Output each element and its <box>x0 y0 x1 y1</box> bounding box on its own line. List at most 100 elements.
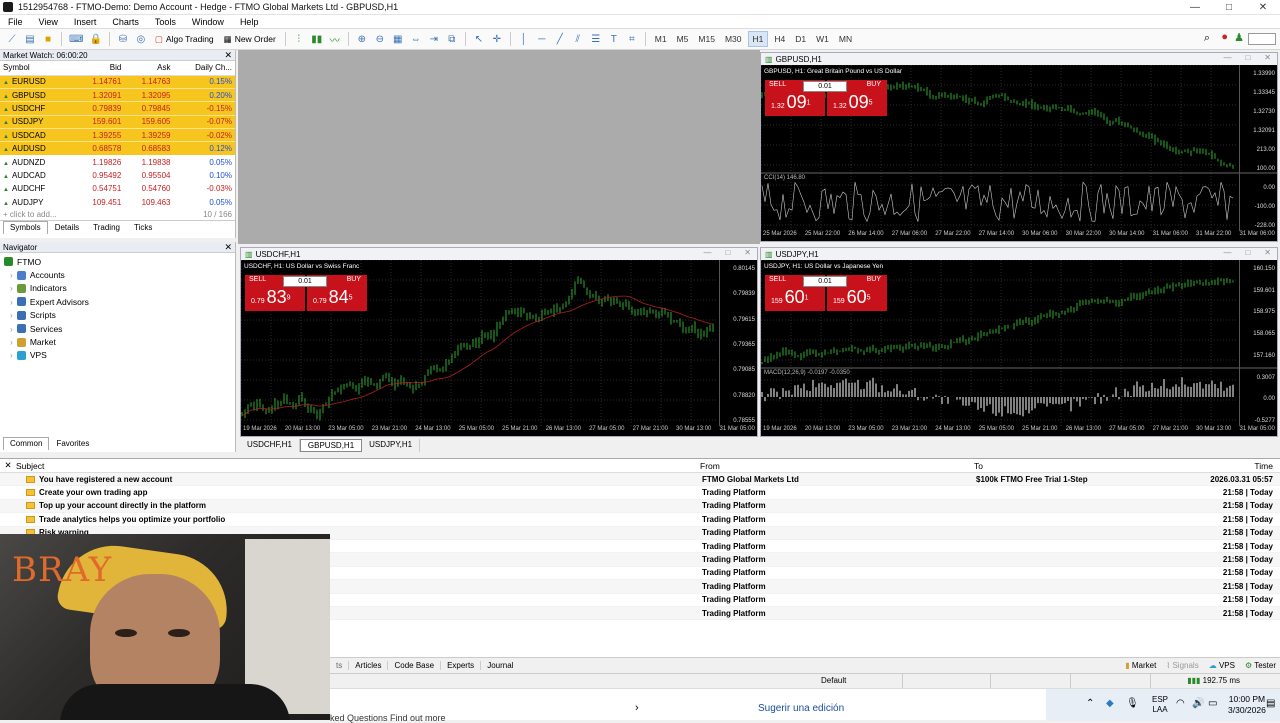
nav-item-market[interactable]: › Market <box>4 335 235 348</box>
algo-trading-button[interactable]: ▢ Algo Trading <box>151 31 218 47</box>
minimize-icon[interactable]: — <box>1223 248 1231 257</box>
line-chart-icon[interactable]: 〰 <box>327 31 343 47</box>
tab-details[interactable]: Details <box>48 221 86 234</box>
account-icon[interactable]: ♟ <box>1234 31 1244 44</box>
minimize-button[interactable]: — <box>1178 0 1212 15</box>
nav-item-accounts[interactable]: › Accounts <box>4 268 235 281</box>
tab-articles[interactable]: Articles <box>348 660 387 670</box>
lot-size-input[interactable]: 0.01 <box>803 276 847 287</box>
col-bid[interactable]: Bid <box>75 61 125 76</box>
chart-tab-gbpusd[interactable]: GBPUSD,H1 <box>299 439 363 452</box>
close-icon[interactable]: ✕ <box>224 242 232 253</box>
banner-text[interactable]: ked Questions Find out more <box>330 713 446 723</box>
language-indicator[interactable]: ESP LAA <box>1152 695 1168 715</box>
market-watch-row[interactable]: ▲ USDCHF 0.79839 0.79845 -0.15% <box>0 101 235 116</box>
ide-icon[interactable]: ⌨ <box>67 31 85 47</box>
tf-m30[interactable]: M30 <box>721 31 746 47</box>
signals-icon[interactable]: ◎ <box>133 31 149 47</box>
new-order-button[interactable]: ▦ New Order <box>220 31 280 47</box>
chart-canvas[interactable]: USDCHF, H1: US Dollar vs Swiss Franc SELL… <box>241 260 757 436</box>
chart-canvas[interactable]: USDJPY, H1: US Dollar vs Japanese Yen SEL… <box>761 260 1277 436</box>
autoscroll-icon[interactable]: ⇔ <box>408 31 424 47</box>
tester-button[interactable]: ⚙ Tester <box>1245 661 1276 670</box>
close-icon[interactable]: ✕ <box>1264 53 1271 62</box>
trendline-icon[interactable]: ╱ <box>552 31 568 47</box>
search-input[interactable] <box>1248 33 1276 45</box>
chart-canvas[interactable]: GBPUSD, H1: Great Britain Pound vs US Do… <box>761 65 1277 241</box>
wifi-icon[interactable]: ◠ <box>1176 698 1185 709</box>
market-watch-row[interactable]: ▲ USDJPY 159.601 159.605 -0.07% <box>0 115 235 130</box>
lot-size-input[interactable]: 0.01 <box>283 276 327 287</box>
signals-button[interactable]: ⌇ Signals <box>1166 661 1198 670</box>
close-icon[interactable]: ✕ <box>1264 248 1271 257</box>
nav-item-vps[interactable]: › VPS <box>4 349 235 362</box>
mail-row[interactable]: Create your own trading app Trading Plat… <box>0 486 1280 500</box>
col-to[interactable]: To <box>974 461 1178 471</box>
menu-help[interactable]: Help <box>232 17 267 27</box>
chart-window-gbpusd[interactable]: ▥ GBPUSD,H1— □ ✕ GBPUSD, H1: Great Britain … <box>760 52 1278 242</box>
suggest-edit-link[interactable]: Sugerir una edición <box>758 703 844 714</box>
bar-chart-icon[interactable]: ⫶ <box>291 31 307 47</box>
menu-insert[interactable]: Insert <box>66 17 105 27</box>
mail-row[interactable]: Trade analytics helps you optimize your … <box>0 513 1280 527</box>
menu-tools[interactable]: Tools <box>147 17 184 27</box>
close-icon[interactable]: ✕ <box>744 248 751 257</box>
nav-item-services[interactable]: › Services <box>4 322 235 335</box>
zoom-out-icon[interactable]: ⊖ <box>372 31 388 47</box>
maximize-button[interactable]: □ <box>1212 0 1246 15</box>
close-icon[interactable]: ✕ <box>0 460 16 471</box>
market-watch-row[interactable]: ▲ GBPUSD 1.32091 1.32095 0.20% <box>0 88 235 103</box>
nav-root[interactable]: FTMO <box>4 255 235 268</box>
crosshair-icon[interactable]: ✛ <box>489 31 505 47</box>
minimize-icon[interactable]: — <box>703 248 711 257</box>
maximize-icon[interactable]: □ <box>1245 53 1250 62</box>
text-icon[interactable]: T <box>606 31 622 47</box>
tf-mn[interactable]: MN <box>835 31 856 47</box>
col-symbol[interactable]: Symbol <box>0 61 76 76</box>
col-from[interactable]: From <box>700 461 974 471</box>
candles-icon[interactable]: ▮▮ <box>309 31 325 47</box>
vps-button[interactable]: ☁ VPS <box>1209 661 1235 670</box>
tab-favorites[interactable]: Favorites <box>49 437 96 450</box>
chart-shift-icon[interactable]: ⇥ <box>426 31 442 47</box>
click-to-add[interactable]: + click to add... <box>3 210 57 219</box>
close-button[interactable]: ✕ <box>1246 0 1280 15</box>
zoom-in-icon[interactable]: ⊕ <box>354 31 370 47</box>
maximize-icon[interactable]: □ <box>1245 248 1250 257</box>
horizontal-line-icon[interactable]: ─ <box>534 31 550 47</box>
market-icon[interactable]: ⛁ <box>115 31 131 47</box>
tab-codebase[interactable]: Code Base <box>387 660 440 670</box>
chart-window-usdchf[interactable]: ▥ USDCHF,H1— □ ✕ USDCHF, H1: US Dollar vs S… <box>240 247 758 437</box>
grid-icon[interactable]: ▦ <box>390 31 406 47</box>
tray-chevron-icon[interactable]: ⌃ <box>1086 698 1094 709</box>
fibo-icon[interactable]: ☰ <box>588 31 604 47</box>
microphone-icon[interactable]: 🎙 <box>1126 698 1139 709</box>
col-change[interactable]: Daily Ch... <box>173 61 235 76</box>
market-button[interactable]: ▮ Market <box>1125 661 1156 670</box>
tf-h1[interactable]: H1 <box>747 31 769 47</box>
market-watch-row[interactable]: ▲ AUDJPY 109.451 109.463 0.05% <box>0 195 235 210</box>
battery-icon[interactable]: ▭ <box>1208 698 1217 709</box>
menu-charts[interactable]: Charts <box>104 17 147 27</box>
vertical-line-icon[interactable]: │ <box>516 31 532 47</box>
lock-icon[interactable]: 🔒 <box>87 31 103 47</box>
market-watch-row[interactable]: ▲ AUDUSD 0.68578 0.68583 0.12% <box>0 141 235 156</box>
tf-d1[interactable]: D1 <box>791 31 810 47</box>
chart-window-usdjpy[interactable]: ▥ USDJPY,H1— □ ✕ USDJPY, H1: US Dollar vs J… <box>760 247 1278 437</box>
chevron-right-icon[interactable]: › <box>635 702 639 714</box>
shapes-icon[interactable]: ⌗ <box>624 31 640 47</box>
tray-app-icon[interactable]: ◆ <box>1106 698 1114 709</box>
mail-row[interactable]: You have registered a new account FTMO G… <box>0 473 1280 487</box>
market-watch-row[interactable]: ▲ USDCAD 1.39255 1.39259 -0.02% <box>0 128 235 143</box>
col-subject[interactable]: Subject <box>16 461 700 471</box>
tab-experts[interactable]: Experts <box>440 660 480 670</box>
profiles-icon[interactable]: ■ <box>40 31 56 47</box>
tf-h4[interactable]: H4 <box>770 31 789 47</box>
nav-item-indicators[interactable]: › Indicators <box>4 282 235 295</box>
tf-m5[interactable]: M5 <box>673 31 693 47</box>
nav-item-scripts[interactable]: › Scripts <box>4 309 235 322</box>
tab-common[interactable]: Common <box>3 437 50 450</box>
clock[interactable]: 10:00 PM 3/30/2026 <box>1228 694 1266 716</box>
tf-m1[interactable]: M1 <box>651 31 671 47</box>
chart-tab-usdjpy[interactable]: USDJPY,H1 <box>362 439 421 452</box>
